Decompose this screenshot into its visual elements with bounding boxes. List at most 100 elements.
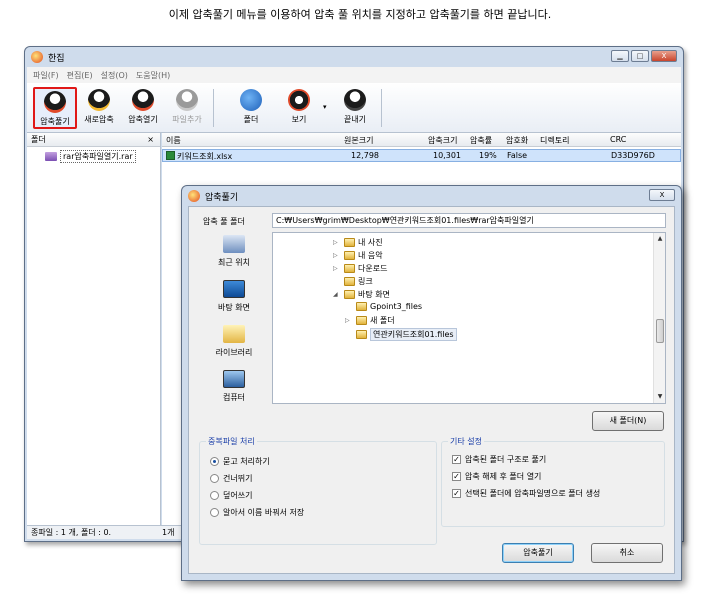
column-crc[interactable]: CRC (610, 135, 626, 144)
radio-ask-label: 묻고 처리하기 (223, 457, 270, 466)
column-original-size[interactable]: 원본크기 (344, 135, 373, 146)
expand-arrow-icon[interactable]: ▷ (333, 265, 341, 272)
check-create-folder[interactable]: ✓ 선택된 폴더에 압축파일명으로 폴더 생성 (452, 488, 600, 499)
open-archive-button-label: 압축열기 (128, 115, 158, 124)
tree-scrollbar[interactable]: ▲ ▼ (653, 233, 665, 403)
exit-button[interactable]: 끝내기 (335, 87, 375, 129)
extract-path-input[interactable]: C:₩Users₩grim₩Desktop₩연관키워드조회01.files₩ra… (272, 213, 666, 228)
archive-tree-item[interactable]: rar압축파일열기.rar (27, 147, 160, 163)
place-desktop-label: 바탕 화면 (218, 303, 250, 312)
radio-button-checked[interactable] (210, 457, 219, 466)
tree-item-label: 바탕 화면 (358, 290, 390, 299)
expand-arrow-icon[interactable]: ▷ (333, 239, 341, 246)
check-open-after-label: 압축 해제 후 폴더 열기 (465, 472, 542, 481)
collapse-arrow-icon[interactable]: ◢ (333, 291, 341, 298)
place-computer[interactable]: 컴퓨터 (199, 370, 269, 415)
extract-button[interactable]: 압축풀기 (33, 87, 77, 129)
add-file-button[interactable]: 파일추가 (167, 87, 207, 129)
other-group-title: 기타 설정 (448, 436, 484, 447)
view-button[interactable]: 보기 (279, 87, 319, 129)
penguin-open-icon (132, 89, 154, 111)
checkbox-checked[interactable]: ✓ (452, 472, 461, 481)
tree-item-links[interactable]: 링크 (333, 276, 373, 287)
original-size-cell: 12,798 (351, 151, 379, 160)
radio-button[interactable] (210, 508, 219, 517)
new-archive-button[interactable]: 새로압축 (79, 87, 119, 129)
radio-button[interactable] (210, 474, 219, 483)
column-encrypted[interactable]: 암호화 (506, 135, 528, 146)
expand-arrow-icon[interactable]: ▷ (333, 252, 341, 259)
menu-edit[interactable]: 편집(E) (67, 70, 93, 81)
menu-help[interactable]: 도움말(H) (136, 70, 170, 81)
menu-bar: 파일(F) 편집(E) 설정(O) 도움말(H) (27, 67, 681, 83)
menu-settings[interactable]: 설정(O) (101, 70, 128, 81)
scroll-up-icon[interactable]: ▲ (654, 233, 666, 245)
column-compressed-size[interactable]: 압축크기 (428, 135, 457, 146)
extract-ok-button[interactable]: 압축풀기 (502, 543, 574, 563)
globe-folder-icon (240, 89, 262, 111)
close-button[interactable]: X (651, 50, 677, 62)
open-archive-button[interactable]: 압축열기 (123, 87, 163, 129)
dialog-close-button[interactable]: X (649, 189, 675, 201)
column-directory[interactable]: 디렉토리 (540, 135, 569, 146)
place-recent-label: 최근 위치 (218, 258, 250, 267)
table-row[interactable]: 키워드조회.xlsx 12,798 10,301 19% False D33D9… (162, 149, 681, 162)
crc-cell: D33D976D (611, 151, 655, 160)
radio-overwrite[interactable]: 덮어쓰기 (210, 490, 252, 501)
new-folder-button[interactable]: 새 폴더(N) (592, 411, 664, 431)
toolbar-separator (213, 89, 214, 127)
tree-item-label: 새 폴더 (370, 316, 395, 325)
exit-button-label: 끝내기 (343, 115, 367, 124)
place-desktop[interactable]: 바탕 화면 (199, 280, 269, 325)
radio-button[interactable] (210, 491, 219, 500)
minimize-button[interactable]: ▁ (611, 50, 629, 62)
encrypted-cell: False (507, 151, 528, 160)
tree-item-pictures[interactable]: ▷ 내 사진 (333, 237, 383, 248)
new-archive-button-label: 새로압축 (84, 115, 114, 124)
folder-icon (356, 330, 367, 339)
folder-button[interactable]: 폴더 (231, 87, 271, 129)
place-recent[interactable]: 최근 위치 (199, 235, 269, 280)
column-ratio[interactable]: 압축률 (470, 135, 492, 146)
radio-auto-rename[interactable]: 알아서 이름 바꿔서 저장 (210, 507, 304, 518)
status-file-count: 종파일 : 1 개, 폴더 : 0. (31, 528, 112, 537)
radio-skip-label: 건너뛰기 (223, 474, 253, 483)
folder-pane: 폴더 × rar압축파일열기.rar (27, 133, 161, 525)
archive-tree-label: rar압축파일열기.rar (60, 150, 136, 163)
compressed-size-cell: 10,301 (433, 151, 461, 160)
maximize-button[interactable]: □ (631, 50, 649, 62)
tree-item-new-folder[interactable]: ▷ 새 폴더 (345, 315, 395, 326)
tree-item-desktop[interactable]: ◢ 바탕 화면 (333, 289, 390, 300)
check-open-after[interactable]: ✓ 압축 해제 후 폴더 열기 (452, 471, 541, 482)
toolbar-separator (381, 89, 382, 127)
tree-item-label: Gpoint3_files (370, 302, 423, 311)
tree-item-label: 내 음악 (358, 251, 383, 260)
main-window-title: 한집 (48, 53, 65, 64)
folder-pane-close-icon[interactable]: × (147, 133, 154, 146)
check-keep-structure[interactable]: ✓ 압축된 폴더 구조로 풀기 (452, 454, 546, 465)
menu-file[interactable]: 파일(F) (33, 70, 59, 81)
duplicate-handling-group: 중복파일 처리 묻고 처리하기 건너뛰기 덮어쓰기 알아서 이름 바꿔서 저장 (199, 436, 437, 545)
tree-item-gpoint3[interactable]: Gpoint3_files (345, 302, 422, 311)
tree-item-selected-folder[interactable]: 연관키워드조회01.files (345, 328, 457, 341)
view-dropdown-arrow-icon[interactable]: ▾ (323, 103, 327, 111)
checkbox-checked[interactable]: ✓ (452, 455, 461, 464)
checkbox-checked[interactable]: ✓ (452, 489, 461, 498)
extract-button-label: 압축풀기 (40, 117, 70, 126)
add-file-button-label: 파일추가 (172, 115, 202, 124)
dialog-titlebar: 압축풀기 X (182, 186, 681, 206)
scroll-down-icon[interactable]: ▼ (654, 391, 666, 403)
rar-archive-icon (45, 152, 57, 161)
radio-skip[interactable]: 건너뛰기 (210, 473, 252, 484)
tree-item-music[interactable]: ▷ 내 음악 (333, 250, 383, 261)
radio-ask[interactable]: 묻고 처리하기 (210, 456, 270, 467)
tree-item-label: 링크 (358, 277, 373, 286)
place-library[interactable]: 라이브러리 (199, 325, 269, 370)
expand-arrow-icon[interactable]: ▷ (345, 317, 353, 324)
app-logo-icon (188, 190, 200, 202)
column-name[interactable]: 이름 (166, 135, 181, 146)
app-logo-icon (31, 51, 43, 63)
tree-item-downloads[interactable]: ▷ 다운로드 (333, 263, 387, 274)
scroll-thumb[interactable] (656, 319, 664, 343)
cancel-button[interactable]: 취소 (591, 543, 663, 563)
